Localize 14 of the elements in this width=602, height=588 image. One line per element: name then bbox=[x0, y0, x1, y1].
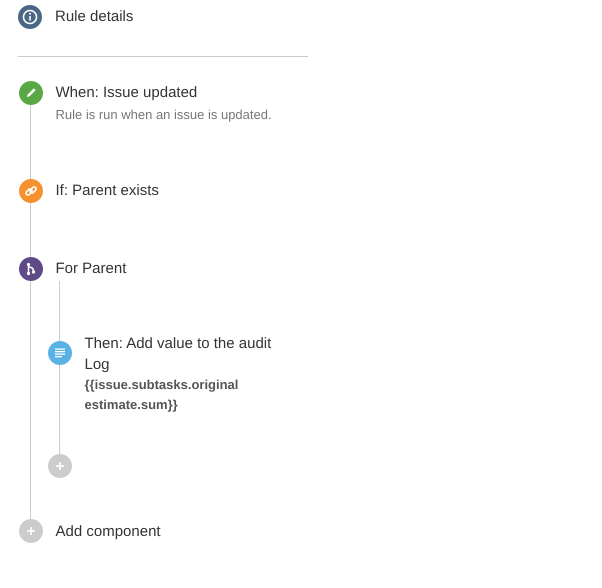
step-detail: {{issue.subtasks.original estimate.sum}} bbox=[84, 376, 240, 414]
rule-details-link[interactable]: Rule details bbox=[55, 5, 134, 29]
info-icon bbox=[18, 5, 42, 29]
link-icon bbox=[18, 179, 42, 203]
add-component-button[interactable]: Add component bbox=[18, 519, 161, 543]
step-title[interactable]: Then: Add value to the audit Log bbox=[84, 333, 300, 375]
branch-icon bbox=[18, 257, 42, 281]
step-title[interactable]: For Parent bbox=[56, 257, 126, 281]
step-title[interactable]: If: Parent exists bbox=[56, 179, 159, 203]
step-title[interactable]: When: Issue updated bbox=[56, 81, 272, 105]
step-description: Rule is run when an issue is updated. bbox=[56, 106, 272, 124]
document-icon bbox=[48, 341, 72, 365]
plus-icon[interactable] bbox=[48, 454, 72, 478]
pencil-icon bbox=[18, 81, 42, 105]
